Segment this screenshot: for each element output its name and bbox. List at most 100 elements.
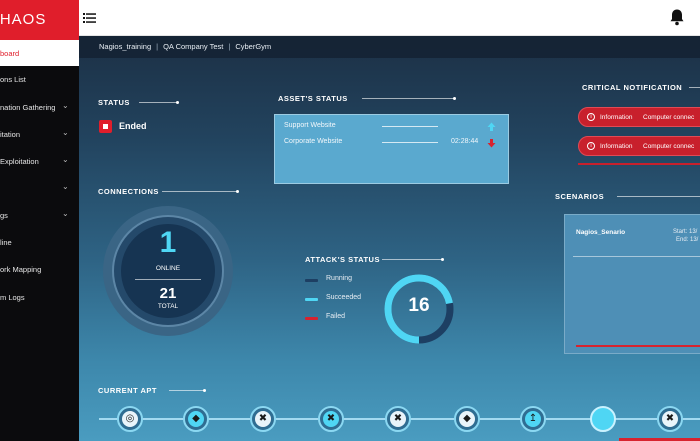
apt-step[interactable]: ↥ <box>520 406 546 432</box>
notification-edge <box>578 163 700 165</box>
section-dot <box>236 190 239 193</box>
tools-icon: ✖ <box>662 411 678 427</box>
chevron-down-icon[interactable]: ⌄ <box>62 155 70 164</box>
sidebar: CHAOS boardons Listnation Gathering⌄itat… <box>0 0 79 441</box>
top-bar <box>79 0 700 36</box>
apt-step[interactable] <box>590 406 616 432</box>
section-divider <box>689 87 700 88</box>
breadcrumb-item[interactable]: CyberGym <box>235 42 271 51</box>
scenario-name[interactable]: Nagios_Senario <box>576 229 625 236</box>
cat-mask-icon: ◆ <box>459 411 475 427</box>
sidebar-item-label: ons List <box>0 75 26 84</box>
info-icon: i <box>587 113 595 121</box>
apt-step[interactable]: ✖ <box>385 406 411 432</box>
breadcrumb-item[interactable]: QA Company Test <box>163 42 223 51</box>
legend-swatch-running <box>305 279 318 282</box>
section-dot <box>441 258 444 261</box>
scenario-divider <box>573 256 700 257</box>
notification-type: Information <box>600 143 633 150</box>
scenario-progress-line <box>576 345 700 347</box>
legend-label-failed: Failed <box>326 313 346 320</box>
upload-icon: ↥ <box>525 411 541 427</box>
apt-step[interactable]: ◆ <box>183 406 209 432</box>
section-divider <box>162 191 237 192</box>
chevron-down-icon[interactable]: ⌄ <box>62 182 70 191</box>
apt-title: CURRENT APT <box>98 386 157 395</box>
sidebar-item-label: ork Mapping <box>0 265 42 274</box>
dashboard-main: Nagios_training | QA Company Test | CyberGym… <box>79 36 700 441</box>
notification-item[interactable]: i Information Computer connec <box>578 107 700 127</box>
total-count: 21 <box>159 285 177 302</box>
breadcrumb: Nagios_training | QA Company Test | CyberGym <box>99 42 271 51</box>
hamburger-menu-icon[interactable] <box>83 11 97 25</box>
arrow-down-icon <box>487 139 496 148</box>
breadcrumb-item[interactable]: Nagios_training <box>99 42 151 51</box>
tools-icon: ✖ <box>255 411 271 427</box>
online-label: ONLINE <box>155 265 181 272</box>
apt-step[interactable]: ◆ <box>454 406 480 432</box>
asset-name: Support Website <box>284 122 336 129</box>
online-count: 1 <box>159 226 177 259</box>
legend-swatch-failed <box>305 317 318 320</box>
sidebar-item[interactable]: gs ⌄ <box>0 202 79 228</box>
scenario-end: End: 13/ <box>676 237 699 243</box>
sidebar-item-label: gs <box>0 211 8 220</box>
scenario-start: Start: 13/ <box>673 229 698 235</box>
notification-text: Computer connec <box>643 143 695 150</box>
section-divider <box>362 98 454 99</box>
asset-divider <box>382 126 438 127</box>
section-divider <box>617 196 700 197</box>
connections-divider <box>135 279 201 280</box>
chevron-down-icon[interactable]: ⌄ <box>62 209 70 218</box>
chevron-down-icon[interactable]: ⌄ <box>62 101 70 110</box>
apt-step[interactable]: ◎ <box>117 406 143 432</box>
breadcrumb-separator: | <box>228 42 231 51</box>
status-value: Ended <box>119 121 147 131</box>
sidebar-item-label: itation <box>0 130 21 139</box>
sidebar-item[interactable]: ons List <box>0 66 79 92</box>
breadcrumb-bar: Nagios_training | QA Company Test | CyberGym <box>79 36 700 58</box>
notification-type: Information <box>600 114 633 121</box>
asset-name: Corporate Website <box>284 138 343 145</box>
stop-icon <box>99 120 112 133</box>
sidebar-item-label: Exploitation <box>0 157 39 166</box>
attack-title: ATTACK'S STATUS <box>305 255 380 264</box>
notification-item[interactable]: i Information Computer connec <box>578 136 700 156</box>
cat-mask-icon: ◆ <box>188 411 204 427</box>
sidebar-item[interactable]: board <box>0 40 79 66</box>
sidebar-item[interactable]: itation ⌄ <box>0 121 79 147</box>
section-dot <box>453 97 456 100</box>
sidebar-item[interactable]: nation Gathering ⌄ <box>0 94 79 120</box>
status-title: STATUS <box>98 98 130 107</box>
notifications-title: CRITICAL NOTIFICATION <box>582 83 683 92</box>
sidebar-item[interactable]: m Logs <box>0 284 79 310</box>
arrow-up-icon <box>487 122 496 131</box>
legend-label-running: Running <box>326 275 353 282</box>
chevron-down-icon[interactable]: ⌄ <box>62 128 70 137</box>
legend-swatch-succeeded <box>305 298 318 301</box>
apt-step[interactable]: ✖ <box>250 406 276 432</box>
app-logo[interactable]: CHAOS <box>0 0 79 40</box>
sidebar-item-label: m Logs <box>0 293 25 302</box>
section-dot <box>176 101 179 104</box>
tools-icon: ✖ <box>390 411 406 427</box>
assets-title: ASSET'S STATUS <box>278 94 348 103</box>
sidebar-item-label: line <box>0 238 12 247</box>
asset-divider <box>382 142 438 143</box>
breadcrumb-separator: | <box>156 42 159 51</box>
target-icon: ◎ <box>122 411 138 427</box>
tools-icon: ✖ <box>323 411 339 427</box>
section-divider <box>382 259 442 260</box>
sidebar-item[interactable]: line <box>0 229 79 255</box>
apt-step[interactable]: ✖ <box>318 406 344 432</box>
notification-text: Computer connec <box>643 114 695 121</box>
bell-icon[interactable] <box>669 8 685 26</box>
sidebar-item[interactable]: Exploitation ⌄ <box>0 148 79 174</box>
apt-step[interactable]: ✖ <box>657 406 683 432</box>
sidebar-item[interactable]: ⌄ <box>0 175 79 201</box>
scenarios-title: SCENARIOS <box>555 192 605 201</box>
info-icon: i <box>587 142 595 150</box>
section-dot <box>203 389 206 392</box>
sidebar-item[interactable]: ork Mapping <box>0 256 79 282</box>
section-divider <box>139 102 177 103</box>
